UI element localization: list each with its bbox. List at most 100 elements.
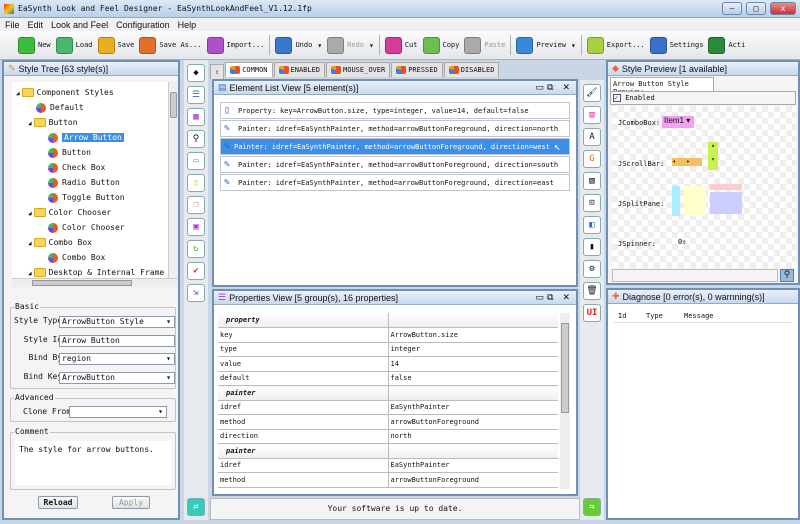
maximize-icon[interactable]: ⧉	[547, 292, 553, 303]
property-value[interactable]: EaSynthPainter	[387, 458, 558, 473]
element-list-item[interactable]: ✎ Painter: idref=EaSynthPainter, method=ar…	[220, 138, 570, 155]
comment-textarea[interactable]: The style for arrow buttons.	[15, 441, 171, 485]
refresh-icon[interactable]: ↻	[187, 240, 205, 258]
properties-vscrollbar[interactable]	[560, 313, 570, 489]
tree-item[interactable]: Color Chooser	[16, 220, 168, 235]
property-value[interactable]: false	[387, 371, 558, 386]
check-icon[interactable]: ✔	[187, 262, 205, 280]
tree-item[interactable]: ◢ Component Styles	[16, 85, 168, 100]
region-icon[interactable]: ▣	[187, 218, 205, 236]
close-icon[interactable]: ✕	[562, 82, 570, 93]
property-row[interactable]: default false	[218, 371, 558, 386]
tree-item[interactable]: Toggle Button	[16, 190, 168, 205]
preview-vscrollbar[interactable]: ▴ ▾	[708, 142, 718, 170]
expand-icon[interactable]: ◢	[28, 270, 32, 277]
tab-pressed[interactable]: PRESSED	[391, 62, 443, 77]
property-value[interactable]: integer	[387, 342, 558, 357]
tree-vscrollbar[interactable]	[168, 82, 178, 278]
property-row[interactable]: idref EaSynthPainter	[218, 458, 558, 473]
preview-combobox[interactable]: Item1 ▾	[662, 116, 694, 128]
tree-item[interactable]: Check Box	[16, 160, 168, 175]
toolbar-preview-button[interactable]: Preview	[516, 36, 566, 54]
minimize-icon[interactable]: ▭	[536, 292, 545, 303]
minimize-icon[interactable]: ▭	[536, 82, 545, 93]
preview-hscrollbar[interactable]: ◂ ▸	[672, 158, 702, 166]
preview-tab[interactable]: Arrow Button Style Preview	[610, 77, 714, 96]
element-list-item[interactable]: ▯ Property: key=ArrowButton.size, type=int…	[220, 102, 570, 119]
close-icon[interactable]: ✕	[562, 292, 570, 303]
col-id[interactable]: Id	[614, 310, 642, 322]
horizontal-layout-icon[interactable]: ▭	[187, 152, 205, 170]
tree-item[interactable]: Combo Box	[16, 250, 168, 265]
property-row[interactable]: method arrowButtonForeground	[218, 414, 558, 430]
search-icon[interactable]: ⚲	[187, 130, 205, 148]
menu-look-and-feel[interactable]: Look and Feel	[51, 20, 108, 30]
toolbar-copy-button[interactable]: Copy	[422, 36, 459, 54]
apply-button[interactable]: Apply	[112, 496, 150, 509]
property-value[interactable]: arrowButtonForeground	[387, 414, 558, 430]
property-value[interactable]: 14	[387, 356, 558, 372]
property-row[interactable]: direction north	[218, 429, 558, 444]
ui-icon[interactable]: UI	[583, 304, 601, 322]
tree-item[interactable]: ◢ Desktop & Internal Frame	[16, 265, 168, 278]
property-group-row[interactable]: painter	[218, 385, 558, 401]
property-group-row[interactable]: painter	[218, 443, 558, 459]
opacity-icon[interactable]: ◧	[583, 216, 601, 234]
close-button[interactable]: x	[770, 2, 796, 15]
tree-item[interactable]: ◢ Combo Box	[16, 235, 168, 250]
element-list-item[interactable]: ✎ Painter: idref=EaSynthPainter, method=ar…	[220, 120, 570, 137]
element-list-item[interactable]: ✎ Painter: idref=EaSynthPainter, method=ar…	[220, 156, 570, 173]
minimize-button[interactable]: –	[722, 2, 742, 15]
dropdown-arrow-icon[interactable]: ▾	[571, 41, 576, 50]
tree-item[interactable]: Arrow Button	[16, 130, 168, 145]
maximize-icon[interactable]: ⧉	[547, 82, 553, 93]
style-type-select[interactable]: ArrowButton Style	[59, 316, 175, 328]
property-value[interactable]: north	[387, 429, 558, 444]
property-icon[interactable]: ▮	[583, 238, 601, 256]
property-row[interactable]: type integer	[218, 342, 558, 357]
preview-spinner[interactable]: 0⇕	[678, 238, 686, 246]
toolbar-redo-button[interactable]: Redo	[327, 36, 364, 54]
tab-mouse_over[interactable]: MOUSE_OVER	[326, 62, 391, 77]
menu-file[interactable]: File	[5, 20, 20, 30]
expand-icon[interactable]: ◢	[28, 240, 32, 247]
col-type[interactable]: Type	[642, 310, 680, 322]
vertical-layout-icon[interactable]: ▯	[187, 174, 205, 192]
graphics-icon[interactable]: G	[583, 150, 601, 168]
add-state-button[interactable]: ⇪	[210, 64, 225, 79]
property-value[interactable]: ArrowButton.size	[387, 327, 558, 343]
property-value[interactable]: EaSynthPainter	[387, 400, 558, 415]
color-icon[interactable]: ▥	[583, 106, 601, 124]
tree-hscrollbar[interactable]	[12, 278, 178, 287]
bind-key-select[interactable]: ArrowButton	[59, 372, 175, 384]
tree-item[interactable]: ◢ Color Chooser	[16, 205, 168, 220]
add-state-icon[interactable]: ◆	[187, 64, 205, 82]
style-id-input[interactable]: Arrow Button	[59, 335, 175, 347]
menu-help[interactable]: Help	[178, 20, 197, 30]
font-icon[interactable]: A	[583, 128, 601, 146]
tab-disabled[interactable]: DISABLED	[443, 62, 500, 77]
tree-item[interactable]: Radio Button	[16, 175, 168, 190]
export-icon[interactable]: ⇲	[187, 284, 205, 302]
menu-edit[interactable]: Edit	[28, 20, 44, 30]
tab-enabled[interactable]: ENABLED	[273, 62, 326, 77]
toolbar-save-as-button[interactable]: Save As...	[139, 36, 202, 54]
toolbar-action-button[interactable]: Acti	[708, 36, 745, 54]
copy-icon[interactable]: ❐	[187, 196, 205, 214]
apply-icon[interactable]: ⇆	[583, 498, 601, 516]
enabled-checkbox[interactable]: ✓ Enabled	[610, 91, 796, 105]
property-group-row[interactable]: property	[218, 313, 558, 328]
toolbar-cut-button[interactable]: Cut	[384, 36, 418, 54]
expand-icon[interactable]: ◢	[28, 210, 32, 217]
dropdown-arrow-icon[interactable]: ▾	[369, 41, 374, 50]
property-value[interactable]: arrowButtonForeground	[387, 472, 558, 488]
toolbar-undo-button[interactable]: Undo	[275, 36, 312, 54]
expand-icon[interactable]: ◢	[28, 120, 32, 127]
tree-item[interactable]: Button	[16, 145, 168, 160]
property-row[interactable]: value 14	[218, 356, 558, 372]
delete-icon[interactable]: 🗑	[583, 282, 601, 300]
property-row[interactable]: method arrowButtonForeground	[218, 472, 558, 488]
switch-icon[interactable]: ⇄	[187, 498, 205, 516]
preview-input[interactable]	[612, 269, 778, 282]
toolbar-import-button[interactable]: Import...	[206, 36, 264, 54]
